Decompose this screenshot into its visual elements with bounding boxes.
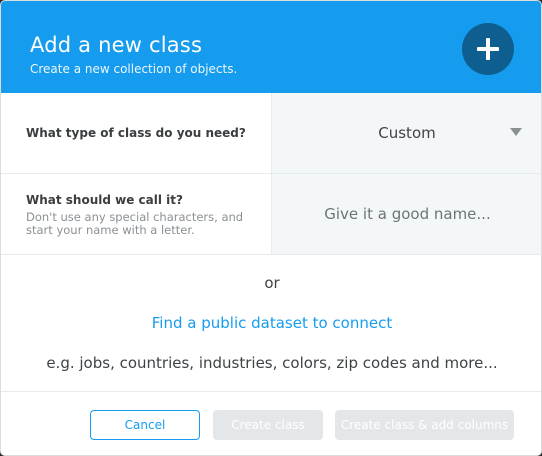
find-public-dataset-link[interactable]: Find a public dataset to connect <box>1 314 541 332</box>
class-type-control: Custom <box>271 93 541 173</box>
create-class-button[interactable]: Create class <box>213 410 323 440</box>
dataset-examples-text: e.g. jobs, countries, industries, colors… <box>46 354 498 372</box>
class-name-help: Don't use any special characters, and st… <box>26 210 244 237</box>
class-type-label: What type of class do you need? <box>26 126 246 140</box>
class-name-control <box>271 174 541 254</box>
add-class-button[interactable] <box>462 23 514 75</box>
dialog-subtitle: Create a new collection of objects. <box>30 62 238 76</box>
caret-down-icon <box>510 128 522 136</box>
class-type-row: What type of class do you need? Custom <box>1 93 541 174</box>
class-type-value: Custom <box>378 124 436 142</box>
or-divider-text: or <box>264 274 280 292</box>
dialog-title: Add a new class <box>30 33 203 57</box>
class-type-label-area: What type of class do you need? <box>1 93 271 173</box>
dialog-header: Add a new class Create a new collection … <box>1 1 541 93</box>
class-type-dropdown[interactable]: Custom <box>272 93 541 173</box>
dialog-footer: Cancel Create class Create class & add c… <box>1 391 541 455</box>
class-name-input[interactable] <box>272 174 541 254</box>
class-name-row: What should we call it? Don't use any sp… <box>1 174 541 255</box>
class-name-label: What should we call it? <box>26 193 183 207</box>
add-class-dialog: Add a new class Create a new collection … <box>0 0 542 456</box>
cancel-button[interactable]: Cancel <box>90 410 200 440</box>
class-name-label-area: What should we call it? Don't use any sp… <box>1 174 271 254</box>
create-class-add-columns-button[interactable]: Create class & add columns <box>335 410 514 440</box>
